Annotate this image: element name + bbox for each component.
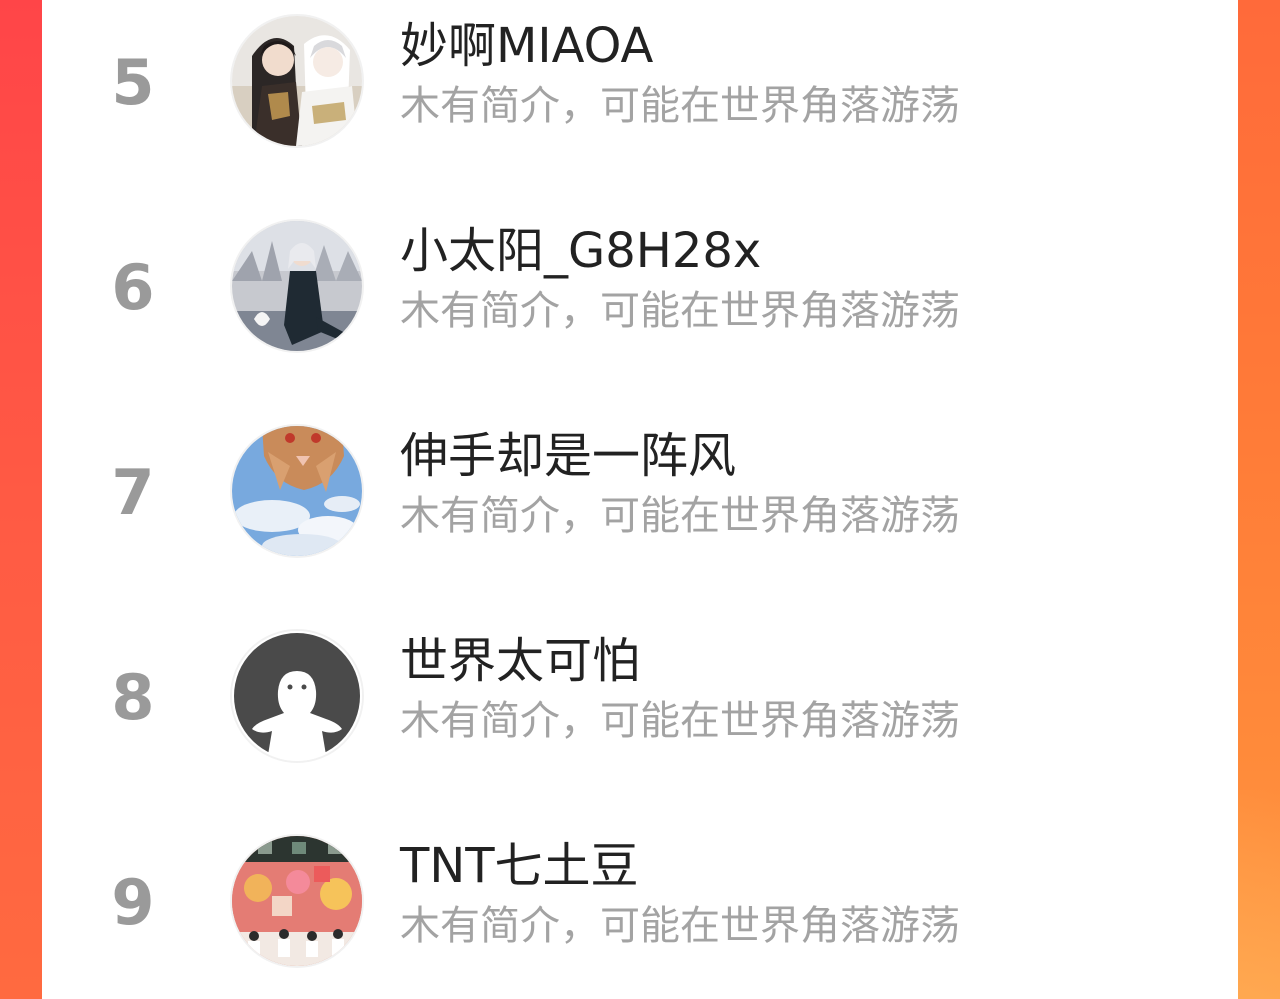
user-name[interactable]: 伸手却是一阵风 bbox=[400, 428, 736, 484]
default-user-avatar-image bbox=[232, 631, 362, 761]
rank-number: 6 bbox=[111, 251, 155, 324]
user-name[interactable]: 小太阳_G8H28x bbox=[400, 223, 761, 279]
user-bio: 木有简介，可能在世界角落游荡 bbox=[400, 493, 960, 539]
girl-in-dress-avatar-image bbox=[232, 221, 362, 351]
ranking-row[interactable]: 5 妙啊MIAOA 木有简介，可能在世界角落游荡 bbox=[42, 0, 1238, 180]
right-background-strip bbox=[1238, 0, 1280, 999]
ranking-row[interactable]: 6 小太阳_G8H28x 木有简介，可能在世界角落游荡 bbox=[42, 205, 1238, 385]
user-name[interactable]: 世界太可怕 bbox=[400, 633, 640, 689]
user-bio: 木有简介，可能在世界角落游荡 bbox=[400, 83, 960, 129]
user-name[interactable]: TNT七土豆 bbox=[400, 838, 639, 894]
cat-sky-avatar-image bbox=[232, 426, 362, 556]
anime-duo-avatar-icon[interactable] bbox=[230, 14, 364, 148]
rank-number: 7 bbox=[111, 456, 155, 529]
rank-number: 5 bbox=[111, 46, 155, 119]
girl-in-dress-avatar-icon[interactable] bbox=[230, 219, 364, 353]
right-background-glow bbox=[1238, 790, 1280, 999]
group-photo-avatar-image bbox=[232, 836, 362, 966]
user-bio: 木有简介，可能在世界角落游荡 bbox=[400, 903, 960, 949]
anime-duo-avatar-image bbox=[232, 16, 362, 146]
default-user-avatar-icon[interactable] bbox=[230, 629, 364, 763]
user-name[interactable]: 妙啊MIAOA bbox=[400, 18, 653, 74]
group-photo-avatar-icon[interactable] bbox=[230, 834, 364, 968]
user-bio: 木有简介，可能在世界角落游荡 bbox=[400, 288, 960, 334]
user-bio: 木有简介，可能在世界角落游荡 bbox=[400, 698, 960, 744]
rank-number: 9 bbox=[111, 866, 155, 939]
ranking-list-panel[interactable]: 5 妙啊MIAOA 木有简介，可能在世界角落游荡 6 小太阳_G8H28x 木有… bbox=[42, 0, 1238, 999]
cat-sky-avatar-icon[interactable] bbox=[230, 424, 364, 558]
rank-number: 8 bbox=[111, 661, 155, 734]
ranking-row[interactable]: 9 TNT七土豆 木有简介，可能在世界角落游荡 bbox=[42, 820, 1238, 999]
left-background-strip bbox=[0, 0, 42, 999]
ranking-row[interactable]: 8 世界太可怕 木有简介，可能在世界角落游荡 bbox=[42, 615, 1238, 795]
ranking-row[interactable]: 7 伸手却是一阵风 木有简介，可能在世界角落游荡 bbox=[42, 410, 1238, 590]
